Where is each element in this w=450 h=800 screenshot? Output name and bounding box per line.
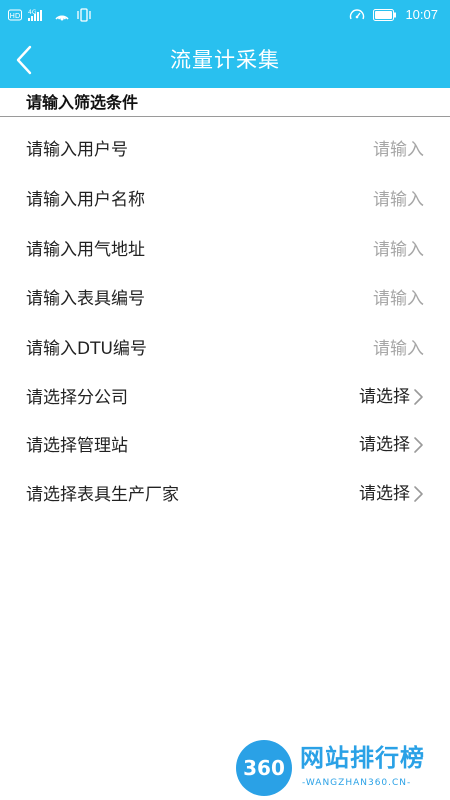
management-station-row[interactable]: 请选择管理站 请选择 [0,426,450,466]
chevron-right-icon [414,437,423,453]
meter-number-row: 请输入表具编号 [0,279,450,319]
status-time: 10:07 [405,7,438,22]
user-name-label: 请输入用户名称 [26,190,145,210]
branch-company-select[interactable]: 请选择 [359,387,424,407]
gas-address-label: 请输入用气地址 [26,240,145,260]
section-divider [0,116,450,117]
meter-number-input[interactable] [294,286,424,312]
dtu-number-row: 请输入DTU编号 [0,329,450,369]
hd-icon: HD [8,9,22,21]
vibrate-icon [77,8,91,22]
user-number-input[interactable] [294,137,424,163]
watermark-logo: 360 网站排行榜 -WANGZHAN360.CN- [236,738,446,796]
user-name-input[interactable] [294,187,424,213]
page-title: 流量计采集 [170,48,280,72]
status-right-icons: 10:07 [349,7,438,23]
status-left-icons: HD 4G [8,8,92,22]
user-name-row: 请输入用户名称 [0,180,450,220]
chevron-right-icon [414,486,423,502]
branch-company-row[interactable]: 请选择分公司 请选择 [0,378,450,418]
meter-manufacturer-select[interactable]: 请选择 [359,484,424,504]
dtu-number-input[interactable] [294,336,424,362]
app-header: 流量计采集 [0,32,450,88]
user-number-row: 请输入用户号 [0,130,450,170]
meter-manufacturer-label: 请选择表具生产厂家 [26,485,179,505]
meter-manufacturer-row[interactable]: 请选择表具生产厂家 请选择 [0,475,450,515]
management-station-value: 请选择 [359,435,410,455]
speedometer-icon [350,9,365,20]
gas-address-row: 请输入用气地址 [0,230,450,270]
filter-section-title: 请输入筛选条件 [26,93,139,112]
dtu-number-label: 请输入DTU编号 [26,339,147,359]
battery-icon [373,9,397,21]
branch-company-label: 请选择分公司 [26,388,128,408]
chevron-right-icon [414,389,423,405]
watermark-360-badge: 360 [236,740,292,796]
management-station-label: 请选择管理站 [26,436,128,456]
signal-4g-icon: 4G [28,9,42,21]
gas-address-input[interactable] [294,237,424,263]
user-number-label: 请输入用户号 [26,140,128,160]
meter-manufacturer-value: 请选择 [359,484,410,504]
watermark-name: 网站排行榜 [300,744,425,772]
hotspot-icon [55,15,69,21]
branch-company-value: 请选择 [359,387,410,407]
watermark-url: -WANGZHAN360.CN- [302,778,412,788]
meter-number-label: 请输入表具编号 [26,289,145,309]
svg-text:HD: HD [10,12,21,20]
management-station-select[interactable]: 请选择 [359,435,424,455]
status-bar: HD 4G 10:07 [0,0,450,32]
